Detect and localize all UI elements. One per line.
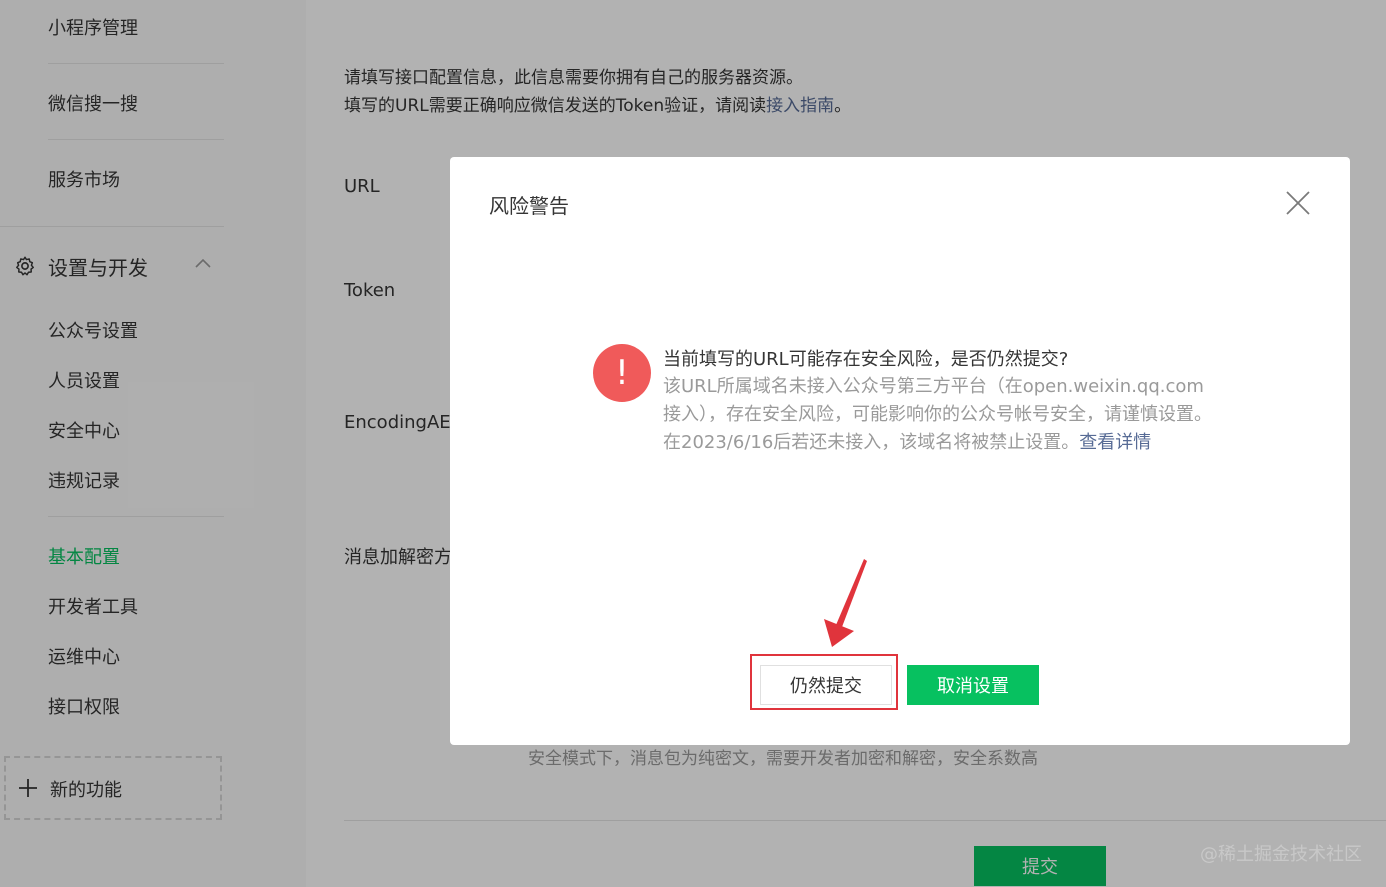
watermark: @稀土掘金技术社区 [1200,844,1362,865]
cancel-setting-button[interactable]: 取消设置 [907,665,1039,705]
warning-icon: ! [593,344,651,402]
warning-message-title: 当前填写的URL可能存在安全风险，是否仍然提交? [663,349,1069,370]
annotation-arrow-icon [824,559,867,647]
warning-symbol: ! [615,353,629,393]
risk-warning-dialog: 风险警告 ! 当前填写的URL可能存在安全风险，是否仍然提交? 该URL所属域名… [450,157,1350,745]
warning-message-body: 该URL所属域名未接入公众号第三方平台（在open.weixin.qq.com接… [663,373,1215,457]
close-icon[interactable] [1284,189,1312,217]
submit-anyway-button[interactable]: 仍然提交 [760,665,892,705]
view-details-link[interactable]: 查看详情 [1079,432,1151,453]
dialog-title: 风险警告 [489,194,569,218]
